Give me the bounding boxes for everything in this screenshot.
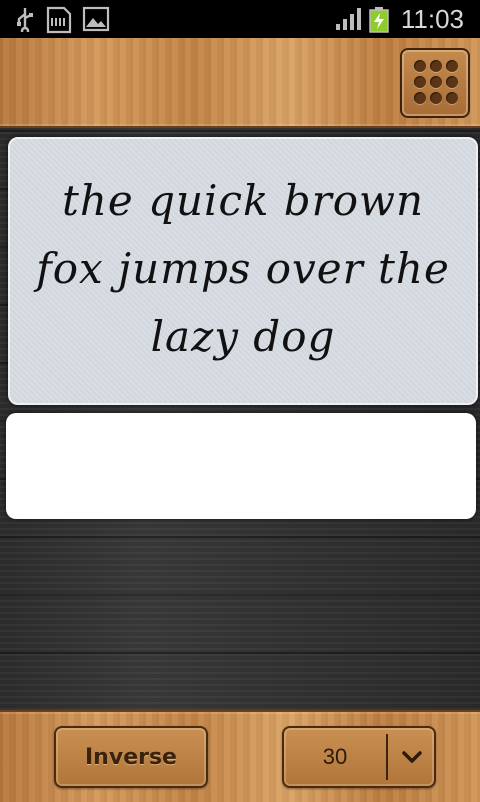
select-divider — [386, 734, 388, 780]
font-preview-text: the quick brown fox jumps over the lazy … — [36, 176, 450, 361]
battery-charging-icon — [368, 6, 390, 38]
signal-icon — [334, 6, 364, 36]
text-input[interactable] — [6, 413, 476, 519]
sd-card-icon — [46, 6, 72, 38]
font-preview-card: the quick brown fox jumps over the lazy … — [8, 137, 478, 405]
inverse-button[interactable]: Inverse — [54, 726, 208, 788]
image-icon — [82, 6, 110, 36]
grid-menu-button[interactable] — [400, 48, 470, 118]
grid-menu-icon — [414, 60, 458, 104]
chevron-down-icon[interactable] — [390, 728, 434, 786]
status-time: 11:03 — [400, 4, 464, 34]
font-size-value: 30 — [322, 744, 348, 769]
usb-icon — [14, 6, 36, 36]
text-input-card[interactable] — [6, 413, 476, 519]
bottom-toolbar: Inverse 30 — [0, 710, 480, 802]
status-bar: 11:03 — [0, 0, 480, 38]
top-toolbar — [0, 38, 480, 128]
font-size-select[interactable]: 30 — [282, 726, 436, 788]
